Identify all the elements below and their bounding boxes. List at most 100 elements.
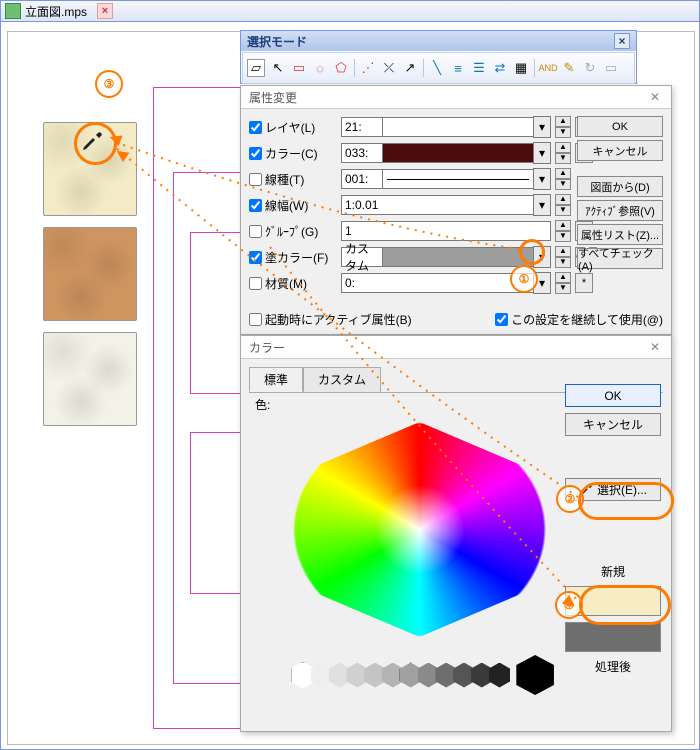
mode-node-icon[interactable]: ⋰	[360, 60, 376, 76]
group-value: 1	[341, 221, 551, 241]
attr-dialog-titlebar: 属性変更 ✕	[241, 86, 671, 109]
fillcolor-checkbox[interactable]: 塗カラー(F)	[249, 249, 337, 266]
check-all-button[interactable]: すべてチェック(A)	[577, 248, 663, 269]
document-titlebar: 立面図.mps ×	[1, 1, 699, 22]
color-hex-picker[interactable]	[293, 422, 546, 637]
chevron-down-icon[interactable]: ▾	[533, 116, 551, 138]
material-value: 0:	[341, 273, 533, 293]
color-label: 色:	[255, 396, 270, 413]
linetype-checkbox[interactable]: 線種(T)	[249, 171, 337, 188]
mode-rect-icon[interactable]: ▭	[291, 60, 307, 76]
color-checkbox[interactable]: カラー(C)	[249, 145, 337, 162]
mode-trace-icon[interactable]: ✎	[561, 60, 577, 76]
ok-button[interactable]: OK	[577, 116, 663, 137]
mode-hatch-icon[interactable]: ▦	[513, 60, 529, 76]
layer-checkbox[interactable]: レイヤ(L)	[249, 119, 337, 136]
black-hex[interactable]	[516, 655, 554, 695]
mode-arrow-icon[interactable]: ↖	[270, 60, 286, 76]
mode-poly-icon[interactable]: ⬠	[333, 60, 349, 76]
mode-multi-icon[interactable]: ≡	[450, 60, 466, 76]
fillcolor-spinner[interactable]: ▲▼	[555, 246, 571, 268]
layer-spinner[interactable]: ▲▼	[555, 116, 571, 138]
material-swatch-terracotta[interactable]	[43, 227, 137, 321]
swatch-current	[565, 622, 661, 652]
persist-setting-label: この設定を継続して使用(@)	[511, 311, 663, 328]
chevron-down-icon[interactable]: ▾	[533, 142, 551, 164]
active-ref-button[interactable]: ｱｸﾃｨﾌﾞ参照(V)	[577, 200, 663, 221]
tab-custom[interactable]: カスタム	[303, 367, 381, 392]
attr-dialog-title: 属性変更	[249, 89, 297, 106]
mode-and-icon[interactable]: AND	[540, 60, 556, 76]
close-icon[interactable]: ×	[614, 33, 630, 49]
cancel-button[interactable]: キャンセル	[565, 413, 661, 436]
star-button[interactable]: *	[575, 273, 593, 293]
linetype-label: 線種(T)	[265, 171, 304, 188]
callout-1: ①	[510, 265, 538, 293]
linetype-spinner[interactable]: ▲▼	[555, 168, 571, 190]
wireframe	[190, 232, 247, 394]
select-mode-buttons: ▱ ↖ ▭ ◌ ⬠ ⋰ ⤫ ↗ ╲ ≡ ☰ ⇄ ▦ AND ✎ ↻ ▭	[242, 52, 635, 84]
select-mode-title: 選択モード	[247, 33, 307, 50]
group-label: ｸﾞﾙｰﾌﾟ(G)	[265, 223, 318, 240]
material-checkbox[interactable]: 材質(M)	[249, 275, 337, 292]
select-mode-toolbar: 選択モード × ▱ ↖ ▭ ◌ ⬠ ⋰ ⤫ ↗ ╲ ≡ ☰ ⇄ ▦ AND ✎ …	[240, 30, 637, 84]
mode-swap-icon[interactable]: ⇄	[492, 60, 508, 76]
new-label: 新規	[565, 563, 661, 580]
document-filename: 立面図.mps	[25, 3, 87, 20]
ok-button[interactable]: OK	[565, 384, 661, 407]
callout-3: ③	[95, 70, 123, 98]
gray-scale-row[interactable]	[293, 655, 554, 695]
color-value: 033:	[341, 143, 382, 163]
chevron-down-icon[interactable]: ▾	[533, 168, 551, 190]
color-label: カラー(C)	[265, 145, 318, 162]
linetype-combo[interactable]: 001: ▾	[341, 169, 551, 189]
linewidth-label: 線幅(W)	[265, 197, 308, 214]
doc-close-icon[interactable]: ×	[97, 3, 113, 19]
persist-setting-checkbox[interactable]: この設定を継続して使用(@)	[495, 311, 663, 328]
color-dialog: カラー ✕ 標準 カスタム 色: OK キャンセル	[240, 335, 672, 732]
color-combo[interactable]: 033: ▾	[341, 143, 551, 163]
linewidth-checkbox[interactable]: 線幅(W)	[249, 197, 337, 214]
color-spinner[interactable]: ▲▼	[555, 142, 571, 164]
eyedropper-icon	[80, 129, 104, 153]
startup-active-label: 起動時にアクティブ属性(B)	[265, 311, 412, 328]
material-swatch-white[interactable]	[43, 332, 137, 426]
attr-footer: 起動時にアクティブ属性(B) この設定を継続して使用(@)	[249, 311, 663, 328]
linewidth-spinner[interactable]: ▲▼	[555, 194, 571, 216]
mode-lasso-icon[interactable]: ◌	[312, 60, 328, 76]
mode-cross-icon[interactable]: ⤫	[381, 60, 397, 76]
callout-ring-select	[578, 482, 674, 520]
linetype-value: 001:	[341, 169, 382, 189]
group-spinner[interactable]: ▲▼	[555, 220, 571, 242]
color-hex-panel	[293, 422, 554, 682]
group-combo[interactable]: 1	[341, 221, 551, 241]
mode-pointer-icon[interactable]: ▱	[247, 59, 265, 77]
layer-label: レイヤ(L)	[265, 119, 315, 136]
material-spinner[interactable]: ▲▼	[555, 272, 571, 294]
layer-combo[interactable]: 21:▾	[341, 117, 551, 137]
doc-icon	[5, 3, 21, 19]
mode-pick-icon[interactable]: ↗	[402, 60, 418, 76]
separator	[423, 59, 424, 77]
separator	[534, 59, 535, 77]
chevron-down-icon[interactable]: ▾	[533, 194, 551, 216]
startup-active-checkbox[interactable]: 起動時にアクティブ属性(B)	[249, 311, 412, 328]
callout-ring-swatch	[579, 585, 671, 625]
group-checkbox[interactable]: ｸﾞﾙｰﾌﾟ(G)	[249, 223, 337, 240]
separator	[354, 59, 355, 77]
close-icon[interactable]: ✕	[647, 339, 663, 355]
mode-select-icon[interactable]: ▭	[603, 60, 619, 76]
material-label: 材質(M)	[265, 275, 307, 292]
mode-bars-icon[interactable]: ☰	[471, 60, 487, 76]
linewidth-combo[interactable]: 1:0.01▾	[341, 195, 551, 215]
attr-list-button[interactable]: 属性リスト(Z)...	[577, 224, 663, 245]
cancel-button[interactable]: キャンセル	[577, 140, 663, 161]
tab-standard[interactable]: 標準	[249, 367, 303, 392]
mode-line-icon[interactable]: ╲	[429, 60, 445, 76]
close-icon[interactable]: ✕	[647, 89, 663, 105]
select-mode-titlebar: 選択モード ×	[241, 31, 636, 51]
color-side-panel: OK キャンセル 選択(E)... 新規 処理後	[565, 384, 661, 675]
mode-redo-icon[interactable]: ↻	[582, 60, 598, 76]
linewidth-value: 1:0.01	[341, 195, 533, 215]
from-drawing-button[interactable]: 図面から(D)	[577, 176, 663, 197]
